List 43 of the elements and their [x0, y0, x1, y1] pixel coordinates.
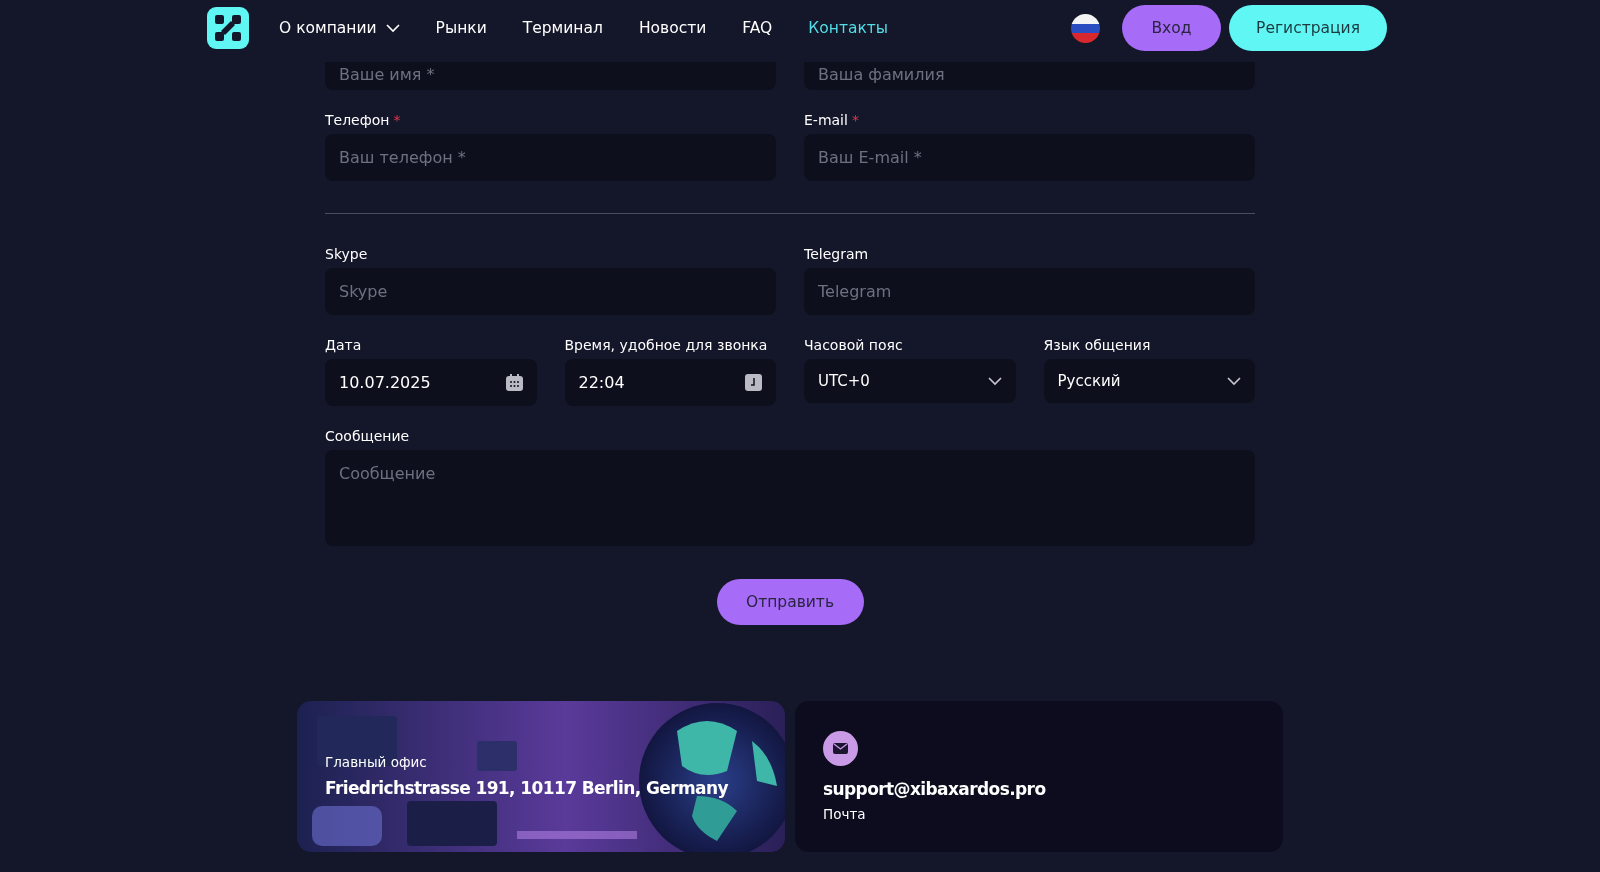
card-caption: Главный офис — [325, 754, 427, 771]
field-label: E-mail — [804, 112, 848, 128]
required-mark: * — [393, 112, 401, 128]
field-label: Telegram — [804, 246, 869, 262]
input-field[interactable]: Ваше имя * — [325, 62, 776, 90]
address-text: Friedrichstrasse 191, 10117 Berlin, Germany — [325, 777, 728, 799]
field-label: Skype — [325, 246, 368, 262]
logo-icon[interactable] — [207, 7, 249, 49]
field-label: Часовой пояс — [804, 337, 903, 353]
field-label: Дата — [325, 337, 362, 353]
field-label: Язык общения — [1043, 337, 1151, 353]
chevron-down-icon — [987, 376, 1002, 386]
calendar-icon[interactable] — [505, 374, 523, 391]
nav-link[interactable]: Терминал — [522, 19, 603, 37]
chevron-down-icon — [385, 23, 400, 33]
nav-link[interactable]: FAQ — [742, 19, 773, 37]
nav-link[interactable]: Контакты — [808, 19, 889, 37]
input-field[interactable]: Ваш телефон * — [325, 134, 776, 181]
select-field[interactable]: UTC+0 — [804, 359, 1016, 403]
email-address: support@xibaxardos.pro — [823, 777, 1046, 800]
chevron-down-icon — [1227, 376, 1241, 386]
nav-link[interactable]: Рынки — [435, 19, 487, 37]
input-field[interactable]: Skype — [325, 268, 776, 315]
required-mark: * — [851, 112, 859, 128]
nav-link[interactable]: О компании — [279, 19, 400, 37]
nav-link[interactable]: Новости — [638, 19, 707, 37]
flag-icon[interactable] — [1071, 13, 1100, 43]
clock-icon[interactable] — [745, 374, 762, 391]
field-label: Сообщение — [325, 428, 410, 444]
field-label: Телефон — [325, 112, 390, 128]
message-field[interactable]: Сообщение — [325, 450, 1255, 546]
login-button[interactable]: Вход — [1122, 5, 1221, 51]
input-field[interactable]: Telegram — [804, 268, 1255, 315]
select-field[interactable]: Русский — [1043, 359, 1255, 403]
time-field[interactable]: 22:04 — [564, 359, 776, 406]
card-caption: Почта — [823, 805, 866, 823]
input-field[interactable]: Ваш E-mail * — [804, 134, 1255, 181]
input-field[interactable]: Ваша фамилия — [804, 62, 1255, 90]
register-button[interactable]: Регистрация — [1229, 5, 1387, 51]
mail-icon — [823, 730, 858, 766]
field-label: Время, удобное для звонка — [564, 337, 768, 353]
date-field[interactable]: 10.07.2025 — [325, 359, 537, 406]
submit-button[interactable]: Отправить — [716, 579, 864, 625]
